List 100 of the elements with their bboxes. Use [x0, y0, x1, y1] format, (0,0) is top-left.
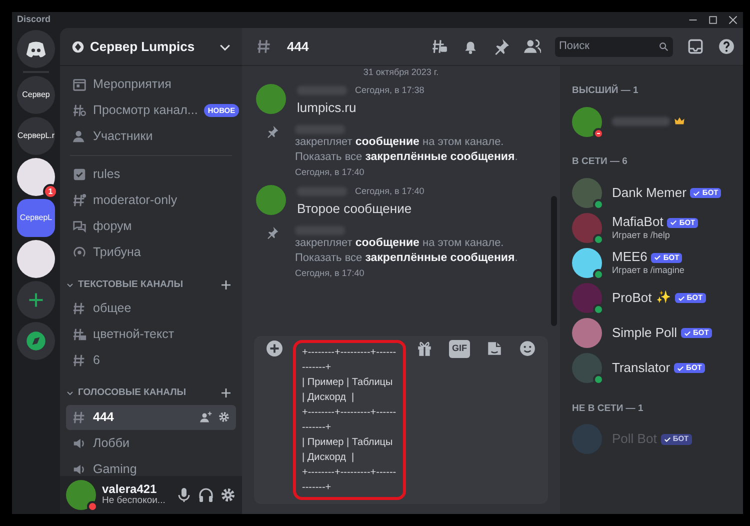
member-name: MafiaBot [612, 215, 664, 230]
channel-item[interactable]: общее [66, 296, 236, 322]
hash-icon [72, 327, 87, 342]
hash-icon [72, 301, 87, 316]
chat-bubbles-icon [72, 219, 87, 234]
chevron-down-icon[interactable] [66, 389, 74, 398]
message-text: Второе сообщение [297, 200, 413, 218]
channel-item[interactable]: Gaming [66, 456, 236, 476]
server-image-button[interactable] [17, 240, 55, 278]
unread-badge: 1 [43, 184, 58, 199]
avatar-photo[interactable] [256, 84, 286, 114]
gif-button[interactable]: GIF [449, 340, 470, 358]
help-icon[interactable] [718, 38, 735, 55]
member-name: MEE6 [612, 250, 648, 266]
pin-notice: закрепляет сообщение на этом канале. Показать все закреплённые сообщения. Сегодня, в 17:40 [295, 135, 518, 178]
member-name: Translator [612, 360, 670, 376]
home-button[interactable] [17, 30, 55, 68]
category-header[interactable]: ГОЛОСОВЫЕ КАНАЛЫ [78, 386, 186, 400]
check-icon [670, 219, 678, 226]
member-name: Simple Poll [612, 326, 678, 340]
hash-icon [72, 353, 87, 368]
pin-icon [266, 226, 279, 239]
check-icon [678, 294, 685, 302]
avatar-photo[interactable] [66, 480, 96, 510]
plus-icon[interactable] [266, 340, 283, 357]
microphone-icon[interactable] [176, 487, 192, 503]
inbox-icon[interactable] [687, 38, 704, 55]
nav-item[interactable]: Участники [66, 124, 236, 149]
hash-icon [72, 410, 87, 424]
member-name: ProBot [612, 290, 652, 306]
date-divider: 31 октября 2023 г. [362, 66, 440, 78]
channel-item[interactable]: 6 [66, 348, 236, 374]
server-name: Сервер Lumpics [90, 38, 196, 56]
channel-item[interactable]: rules [66, 162, 236, 187]
member-name: Dank Memer [612, 186, 686, 200]
invite-icon[interactable] [200, 411, 212, 423]
username: valera421 [102, 483, 157, 496]
server-boost-icon [72, 40, 84, 52]
pin-notice: закрепляет сообщение на этом канале. Показать все закреплённые сообщения. Сегодня, в 17:40 [295, 236, 518, 279]
check-icon [664, 436, 671, 443]
plus-icon [27, 291, 45, 309]
nav-item[interactable]: Мероприятия [66, 72, 236, 97]
category-header[interactable]: ТЕКСТОВЫЕ КАНАЛЫ [78, 278, 183, 292]
hash-icon [256, 38, 273, 55]
maximize-icon[interactable] [707, 14, 719, 26]
blurred-username [612, 117, 670, 126]
server-button[interactable]: Сервер [17, 76, 55, 114]
checkbox-icon [72, 167, 87, 182]
channel-item[interactable]: moderator-only [66, 188, 236, 213]
member-group-header: В СЕТИ — 6 [572, 155, 628, 170]
search-icon [658, 41, 669, 52]
check-icon [693, 190, 700, 196]
pin-icon[interactable] [493, 38, 510, 55]
emoji-icon[interactable] [519, 340, 536, 358]
server-button[interactable]: СерверL [17, 199, 55, 237]
calendar-icon [72, 77, 87, 92]
member-activity: Играет в /help [612, 230, 671, 241]
settings-icon[interactable] [220, 487, 236, 503]
check-icon [654, 254, 662, 262]
member-group-header: НЕ В СЕТИ — 1 [572, 402, 644, 416]
avatar-photo[interactable] [256, 185, 286, 215]
member-group-header: ВЫСШИЙ — 1 [572, 84, 640, 98]
check-icon [677, 364, 684, 372]
message-text: lumpics.ru [297, 98, 358, 117]
channel-item[interactable]: Трибуна [66, 240, 236, 265]
server-button[interactable]: СерверL.r [17, 117, 55, 155]
app-title: Discord [17, 13, 51, 26]
hash-icon [72, 193, 87, 208]
scrollbar-thumb[interactable] [551, 196, 557, 326]
channel-title: 444 [287, 38, 310, 56]
server-image-button[interactable]: 1 [17, 158, 55, 196]
settings-icon[interactable] [218, 411, 230, 423]
explore-button[interactable] [17, 322, 55, 360]
chevron-down-icon[interactable] [66, 281, 74, 290]
channel-item[interactable]: форум [66, 214, 236, 239]
close-icon[interactable] [727, 14, 739, 26]
channel-item[interactable]: Лобби [66, 430, 236, 456]
members-icon[interactable] [524, 38, 541, 55]
sticker-icon[interactable] [486, 340, 503, 358]
check-icon [684, 330, 692, 336]
channel-item[interactable]: 444 [66, 404, 236, 430]
input-field[interactable]: +--------+---------+-------------+ | Пример | Таблицы | Дискорд | +--------+---------+-------------+ | Пример | Таблицы | Дискорд | +--------+---------+-------------+ [293, 340, 406, 500]
timestamp: Сегодня, в 17:38 [355, 84, 424, 97]
hash-search-icon [72, 103, 87, 118]
gift-icon[interactable] [416, 340, 433, 358]
timestamp: Сегодня, в 17:40 [355, 185, 424, 198]
channel-item[interactable]: цветной-текст [66, 322, 236, 348]
member-activity: Играет в /imagine [612, 265, 684, 276]
plus-icon[interactable] [220, 279, 232, 292]
message-input[interactable]: +--------+---------+-------------+ | Пример | Таблицы | Дискорд | +--------+---------+-------------+ | Пример | Таблицы | Дискорд | +--------+---------+-------------+ GIF [254, 336, 548, 504]
plus-icon[interactable] [220, 387, 232, 400]
pin-icon [266, 125, 279, 138]
threads-icon[interactable] [431, 38, 448, 55]
sparkles-emoji: ✨ [656, 291, 671, 305]
compass-icon [26, 331, 46, 351]
headphones-icon[interactable] [198, 487, 214, 503]
search-field[interactable]: Поиск [555, 36, 673, 56]
user-status: Не беспокои... [102, 496, 166, 507]
person-icon [72, 129, 87, 144]
add-server-button[interactable] [17, 281, 55, 319]
